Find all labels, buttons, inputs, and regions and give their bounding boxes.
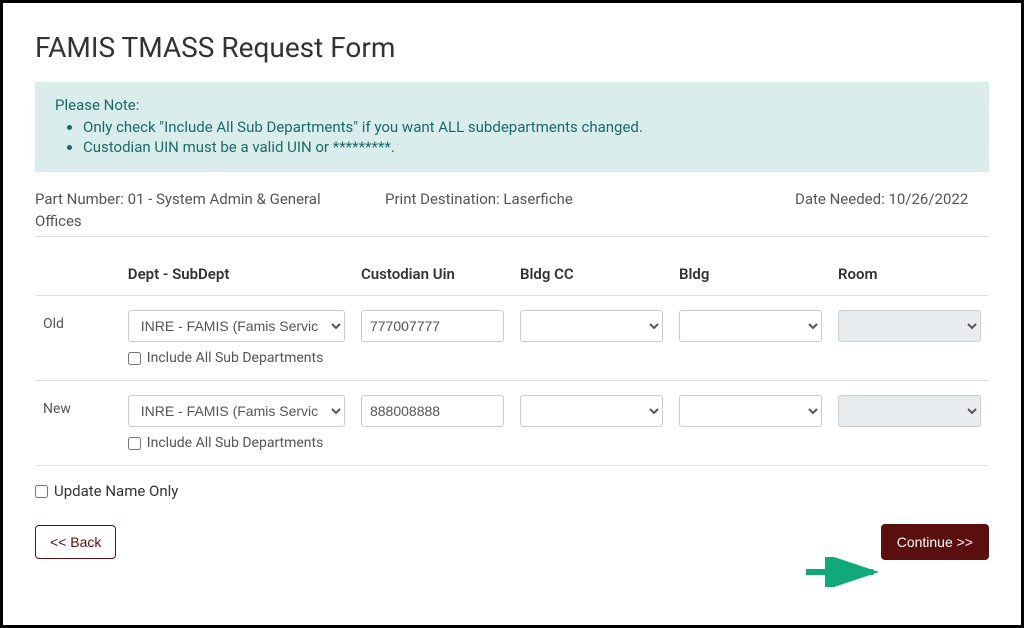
- note-box: Please Note: Only check "Include All Sub…: [35, 82, 989, 172]
- back-button[interactable]: << Back: [35, 525, 116, 559]
- meta-row: Part Number: 01 - System Admin & General…: [35, 190, 989, 237]
- print-dest-value: Laserfiche: [503, 190, 572, 208]
- col-bldgcc: Bldg CC: [512, 255, 671, 296]
- old-include-sub-checkbox[interactable]: [128, 352, 141, 365]
- new-include-sub-label: Include All Sub Departments: [147, 435, 324, 451]
- old-dept-select[interactable]: INRE - FAMIS (Famis Servic: [128, 310, 345, 342]
- old-bldg-select[interactable]: [679, 310, 822, 342]
- part-number-value: 01 - System Admin & General: [128, 190, 321, 208]
- values-table: Dept - SubDept Custodian Uin Bldg CC Bld…: [35, 255, 989, 466]
- old-bldgcc-select[interactable]: [520, 310, 663, 342]
- col-uin: Custodian Uin: [353, 255, 512, 296]
- button-row: << Back Continue >>: [35, 524, 989, 560]
- new-bldgcc-select[interactable]: [520, 395, 663, 427]
- old-uin-input[interactable]: [361, 310, 504, 342]
- old-include-sub-label: Include All Sub Departments: [147, 350, 324, 366]
- new-dept-select[interactable]: INRE - FAMIS (Famis Servic: [128, 395, 345, 427]
- new-uin-input[interactable]: [361, 395, 504, 427]
- page-title: FAMIS TMASS Request Form: [35, 31, 989, 64]
- row-label-old: Old: [35, 296, 120, 381]
- date-needed-value: 10/26/2022: [888, 190, 968, 208]
- note-heading: Please Note:: [55, 96, 969, 114]
- note-item-1: Only check "Include All Sub Departments"…: [83, 118, 969, 136]
- continue-button[interactable]: Continue >>: [881, 524, 989, 560]
- update-name-only-checkbox[interactable]: [35, 485, 48, 498]
- col-bldg: Bldg: [671, 255, 830, 296]
- col-room: Room: [830, 255, 989, 296]
- print-dest-label: Print Destination:: [385, 190, 500, 208]
- date-needed-label: Date Needed:: [795, 190, 885, 208]
- table-row-old: Old INRE - FAMIS (Famis Servic Include A…: [35, 296, 989, 381]
- table-row-new: New INRE - FAMIS (Famis Servic Include A…: [35, 381, 989, 466]
- new-include-sub-checkbox[interactable]: [128, 437, 141, 450]
- new-bldg-select[interactable]: [679, 395, 822, 427]
- old-room-select[interactable]: [838, 310, 981, 342]
- new-room-select[interactable]: [838, 395, 981, 427]
- part-number-label: Part Number:: [35, 190, 124, 208]
- note-item-2: Custodian UIN must be a valid UIN or ***…: [83, 138, 969, 156]
- col-dept: Dept - SubDept: [120, 255, 353, 296]
- annotation-arrow-icon: [801, 557, 891, 587]
- update-name-only-row: Update Name Only: [35, 482, 989, 500]
- row-label-new: New: [35, 381, 120, 466]
- part-number-line2: Offices: [35, 212, 989, 230]
- update-name-only-label: Update Name Only: [54, 482, 178, 500]
- form-frame: FAMIS TMASS Request Form Please Note: On…: [0, 0, 1024, 628]
